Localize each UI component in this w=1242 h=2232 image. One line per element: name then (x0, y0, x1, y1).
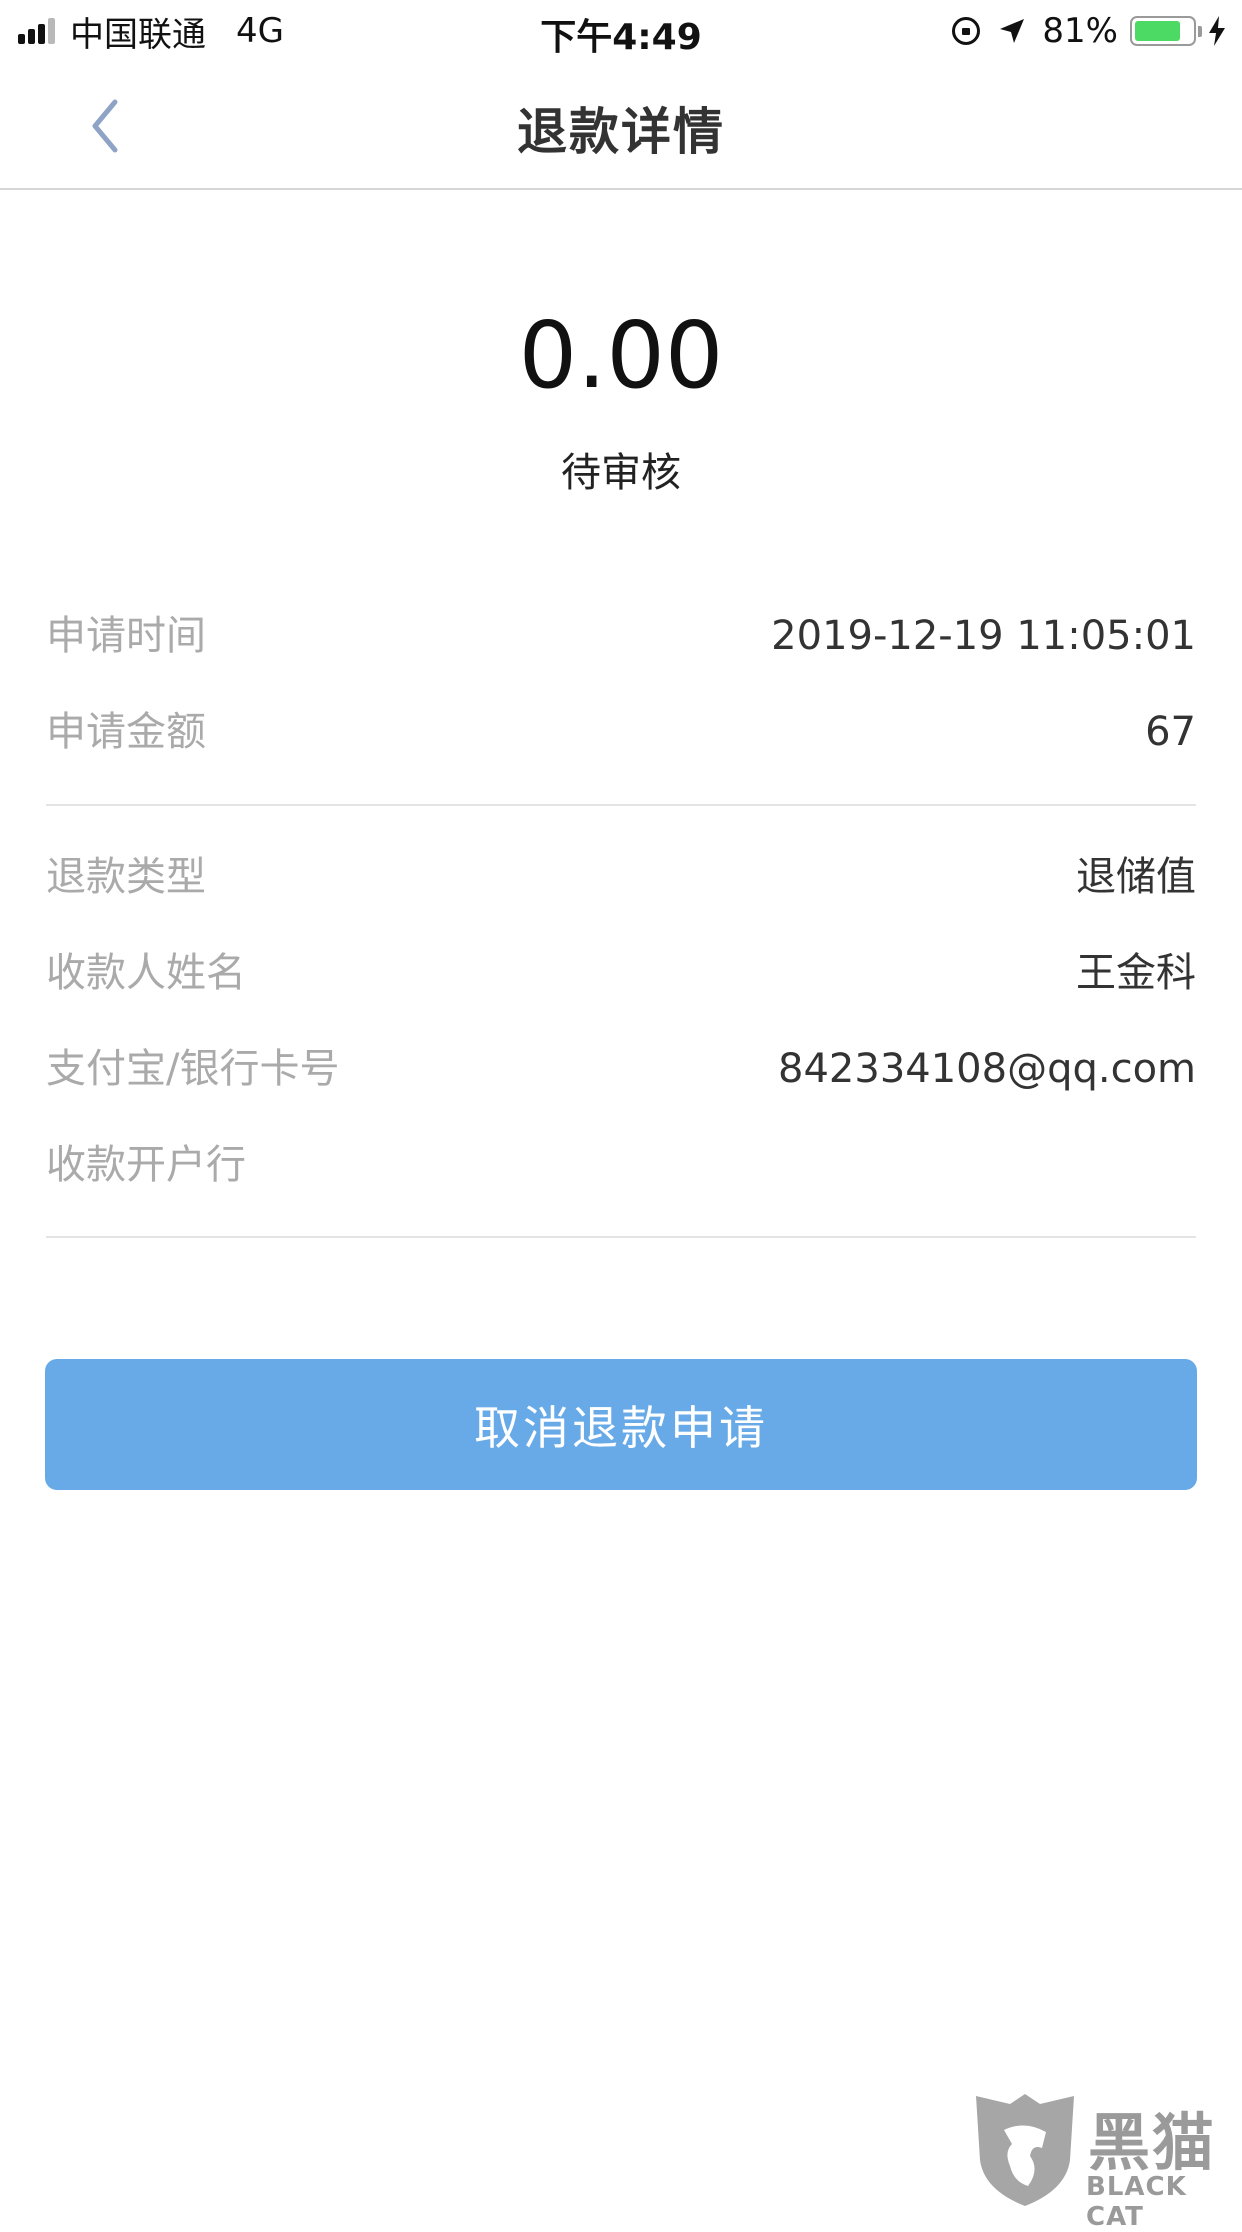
charging-bolt-icon (1209, 16, 1225, 46)
battery-icon (1130, 16, 1202, 46)
refund-amount: 0.00 (518, 302, 724, 409)
watermark-title: 黑猫 (1088, 2106, 1217, 2179)
detail-label: 退款类型 (46, 854, 206, 900)
status-right: 81% (952, 10, 1226, 52)
watermark-subtitle: BLACK CAT (1086, 2172, 1187, 2232)
page-title: 退款详情 (517, 103, 725, 161)
detail-row-account-number: 支付宝/银行卡号 842334108@qq.com (46, 1039, 1196, 1099)
cancel-refund-button[interactable]: 取消退款申请 (45, 1359, 1197, 1490)
status-bar: 中国联通 4G 下午4:49 81% (0, 0, 1242, 62)
detail-value: 退储值 (1076, 854, 1196, 900)
detail-label: 申请时间 (46, 613, 206, 659)
divider (46, 804, 1196, 806)
divider (46, 1236, 1196, 1238)
detail-label: 支付宝/银行卡号 (46, 1046, 340, 1092)
detail-label: 申请金额 (46, 709, 206, 755)
detail-value: 67 (1145, 709, 1196, 755)
detail-value: 2019-12-19 11:05:01 (771, 613, 1196, 659)
detail-label: 收款开户行 (46, 1142, 246, 1188)
detail-value: 842334108@qq.com (778, 1046, 1196, 1092)
detail-row-apply-amount: 申请金额 67 (46, 702, 1196, 762)
nav-bar: 退款详情 (0, 62, 1242, 190)
detail-row-refund-type: 退款类型 退储值 (46, 847, 1196, 907)
cat-shield-logo-icon (976, 2094, 1074, 2206)
location-arrow-icon (1000, 19, 1025, 43)
detail-row-apply-time: 申请时间 2019-12-19 11:05:01 (46, 606, 1196, 666)
rotation-lock-icon (952, 17, 981, 45)
detail-label: 收款人姓名 (46, 950, 246, 996)
battery-fill (1135, 21, 1181, 41)
black-cat-watermark: 黑猫 BLACK CAT (970, 2090, 1242, 2232)
battery-percent: 81% (1042, 11, 1118, 51)
refund-status: 待审核 (561, 450, 681, 496)
detail-value: 王金科 (1076, 950, 1196, 996)
detail-row-payee-name: 收款人姓名 王金科 (46, 943, 1196, 1003)
detail-row-bank: 收款开户行 (46, 1135, 1196, 1195)
